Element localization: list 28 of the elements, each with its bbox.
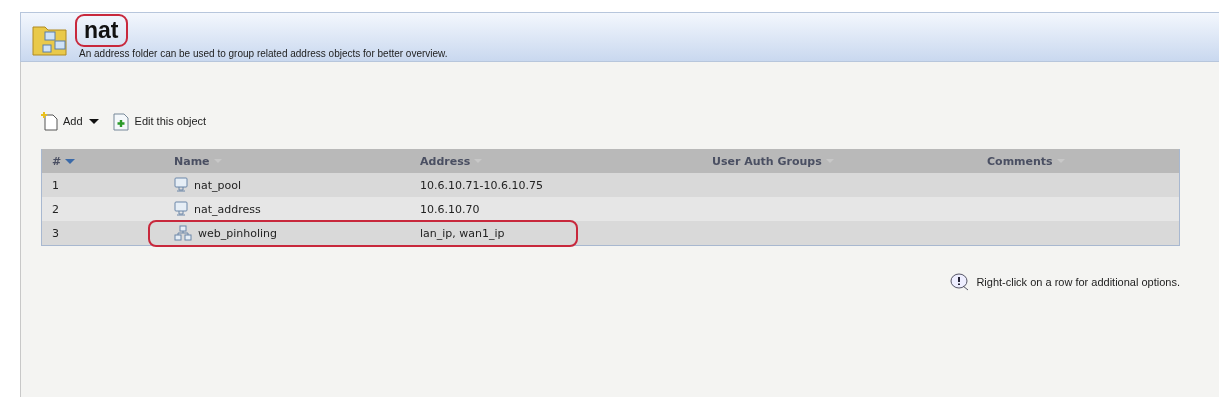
info-bubble-icon bbox=[950, 273, 971, 291]
name-cell: web_pinholing bbox=[198, 226, 278, 240]
table-cell-text: 3 bbox=[51, 226, 60, 240]
column-header[interactable]: User Auth Groups bbox=[702, 154, 977, 168]
column-header[interactable]: Address bbox=[410, 154, 702, 168]
row-options-hint: Right-click on a row for additional options. bbox=[976, 276, 1180, 288]
column-header[interactable]: # bbox=[42, 154, 164, 168]
name-cell: nat_pool bbox=[194, 178, 242, 192]
column-header[interactable]: Name bbox=[164, 154, 410, 168]
table-row[interactable]: 1 nat_pool 10.6.10.71-10.6.10.75 bbox=[42, 173, 1179, 197]
address-cell-text: 10.6.10.71-10.6.10.75 bbox=[419, 178, 544, 192]
edit-object-button[interactable]: Edit this object bbox=[110, 111, 207, 131]
folder-title: nat bbox=[79, 17, 124, 44]
address-cell-text: 10.6.10.70 bbox=[419, 202, 481, 216]
computer-icon bbox=[174, 201, 188, 217]
name-cell: nat_address bbox=[194, 202, 261, 216]
new-document-icon bbox=[41, 111, 59, 131]
network-icon bbox=[174, 225, 192, 241]
address-cell-text: lan_ip, wan1_ip bbox=[419, 226, 506, 240]
table-cell-text: 2 bbox=[51, 202, 60, 216]
add-button[interactable]: Add bbox=[41, 111, 99, 131]
computer-icon bbox=[174, 177, 188, 193]
table-cell-text: 1 bbox=[51, 178, 60, 192]
edit-document-icon bbox=[110, 111, 131, 131]
table-row[interactable]: 3 web_pinholing lan_ip, wan1_ip bbox=[42, 221, 1179, 245]
folder-description: An address folder can be used to group related address objects for better overview. bbox=[79, 48, 448, 59]
column-header[interactable]: Comments bbox=[977, 154, 1179, 168]
table-row[interactable]: 2 nat_address 10.6.10.70 bbox=[42, 197, 1179, 221]
